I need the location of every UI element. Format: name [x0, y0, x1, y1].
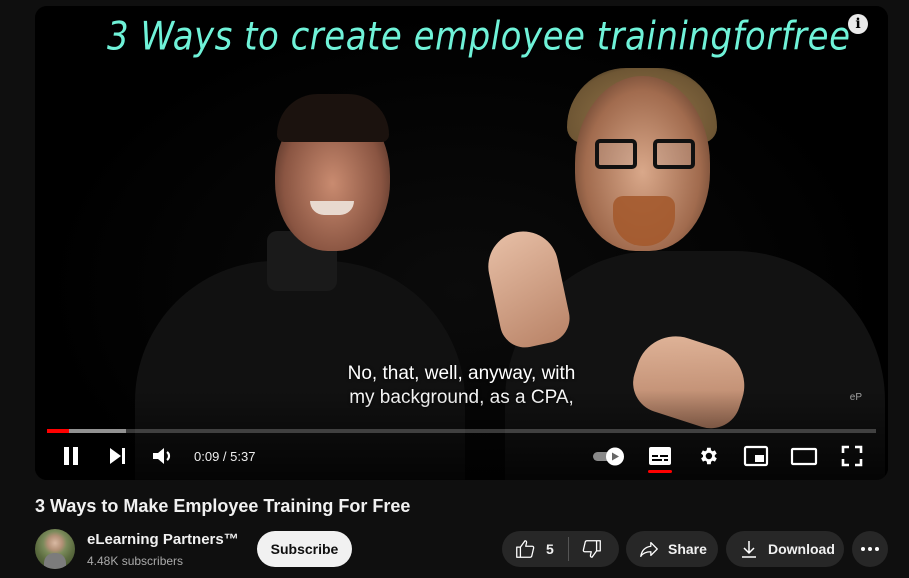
- download-button[interactable]: Download: [726, 531, 844, 567]
- subscribe-button[interactable]: Subscribe: [257, 531, 352, 567]
- progress-played: [47, 429, 70, 433]
- person-right-raised-hand: [481, 224, 575, 353]
- caption-line: No, that, well, anyway, with: [347, 363, 576, 384]
- fullscreen-icon: [841, 445, 863, 467]
- settings-button[interactable]: [694, 444, 722, 468]
- progress-bar[interactable]: [47, 429, 876, 433]
- next-icon: [110, 448, 125, 464]
- volume-button[interactable]: [149, 444, 177, 468]
- person-right-glasses: [595, 139, 695, 171]
- dislike-button[interactable]: [569, 531, 603, 567]
- like-dislike-group: 5: [502, 531, 619, 567]
- theater-mode-icon: [790, 447, 818, 466]
- share-button[interactable]: Share: [626, 531, 718, 567]
- like-count: 5: [546, 541, 554, 557]
- autoplay-toggle[interactable]: [591, 444, 627, 468]
- miniplayer-button[interactable]: [742, 444, 770, 468]
- miniplayer-icon: [743, 445, 769, 467]
- subtitles-active-indicator: [648, 470, 672, 473]
- like-button[interactable]: 5: [502, 531, 554, 567]
- subtitles-icon: [649, 447, 671, 465]
- pause-button[interactable]: [57, 444, 85, 468]
- thumbs-down-icon: [582, 540, 601, 558]
- pause-icon: [64, 447, 78, 465]
- person-left-hair: [277, 94, 389, 142]
- gear-icon: [701, 447, 717, 465]
- theater-mode-button[interactable]: [789, 444, 819, 468]
- download-label: Download: [768, 541, 835, 557]
- subtitles-button[interactable]: [646, 444, 674, 468]
- fullscreen-button[interactable]: [838, 444, 866, 468]
- time-display: 0:09 / 5:37: [194, 449, 256, 464]
- share-icon: [640, 541, 658, 557]
- more-horizontal-icon: [861, 547, 879, 551]
- subscriber-count: 4.48K subscribers: [87, 554, 184, 568]
- download-icon: [742, 541, 756, 558]
- volume-icon: [153, 448, 171, 464]
- autoplay-toggle-icon: [593, 447, 624, 466]
- share-label: Share: [668, 541, 707, 557]
- video-player[interactable]: 3 Ways to create employee trainingforfre…: [35, 6, 888, 480]
- video-overlay-text: 3 Ways to create employee trainingforfre…: [107, 14, 851, 60]
- more-actions-button[interactable]: [852, 531, 888, 567]
- video-title: 3 Ways to Make Employee Training For Fre…: [35, 496, 411, 516]
- next-button[interactable]: [103, 444, 131, 468]
- channel-name[interactable]: eLearning Partners™: [87, 531, 239, 548]
- channel-avatar[interactable]: [35, 529, 75, 569]
- info-icon[interactable]: i: [848, 14, 868, 34]
- thumbs-up-icon: [516, 540, 535, 558]
